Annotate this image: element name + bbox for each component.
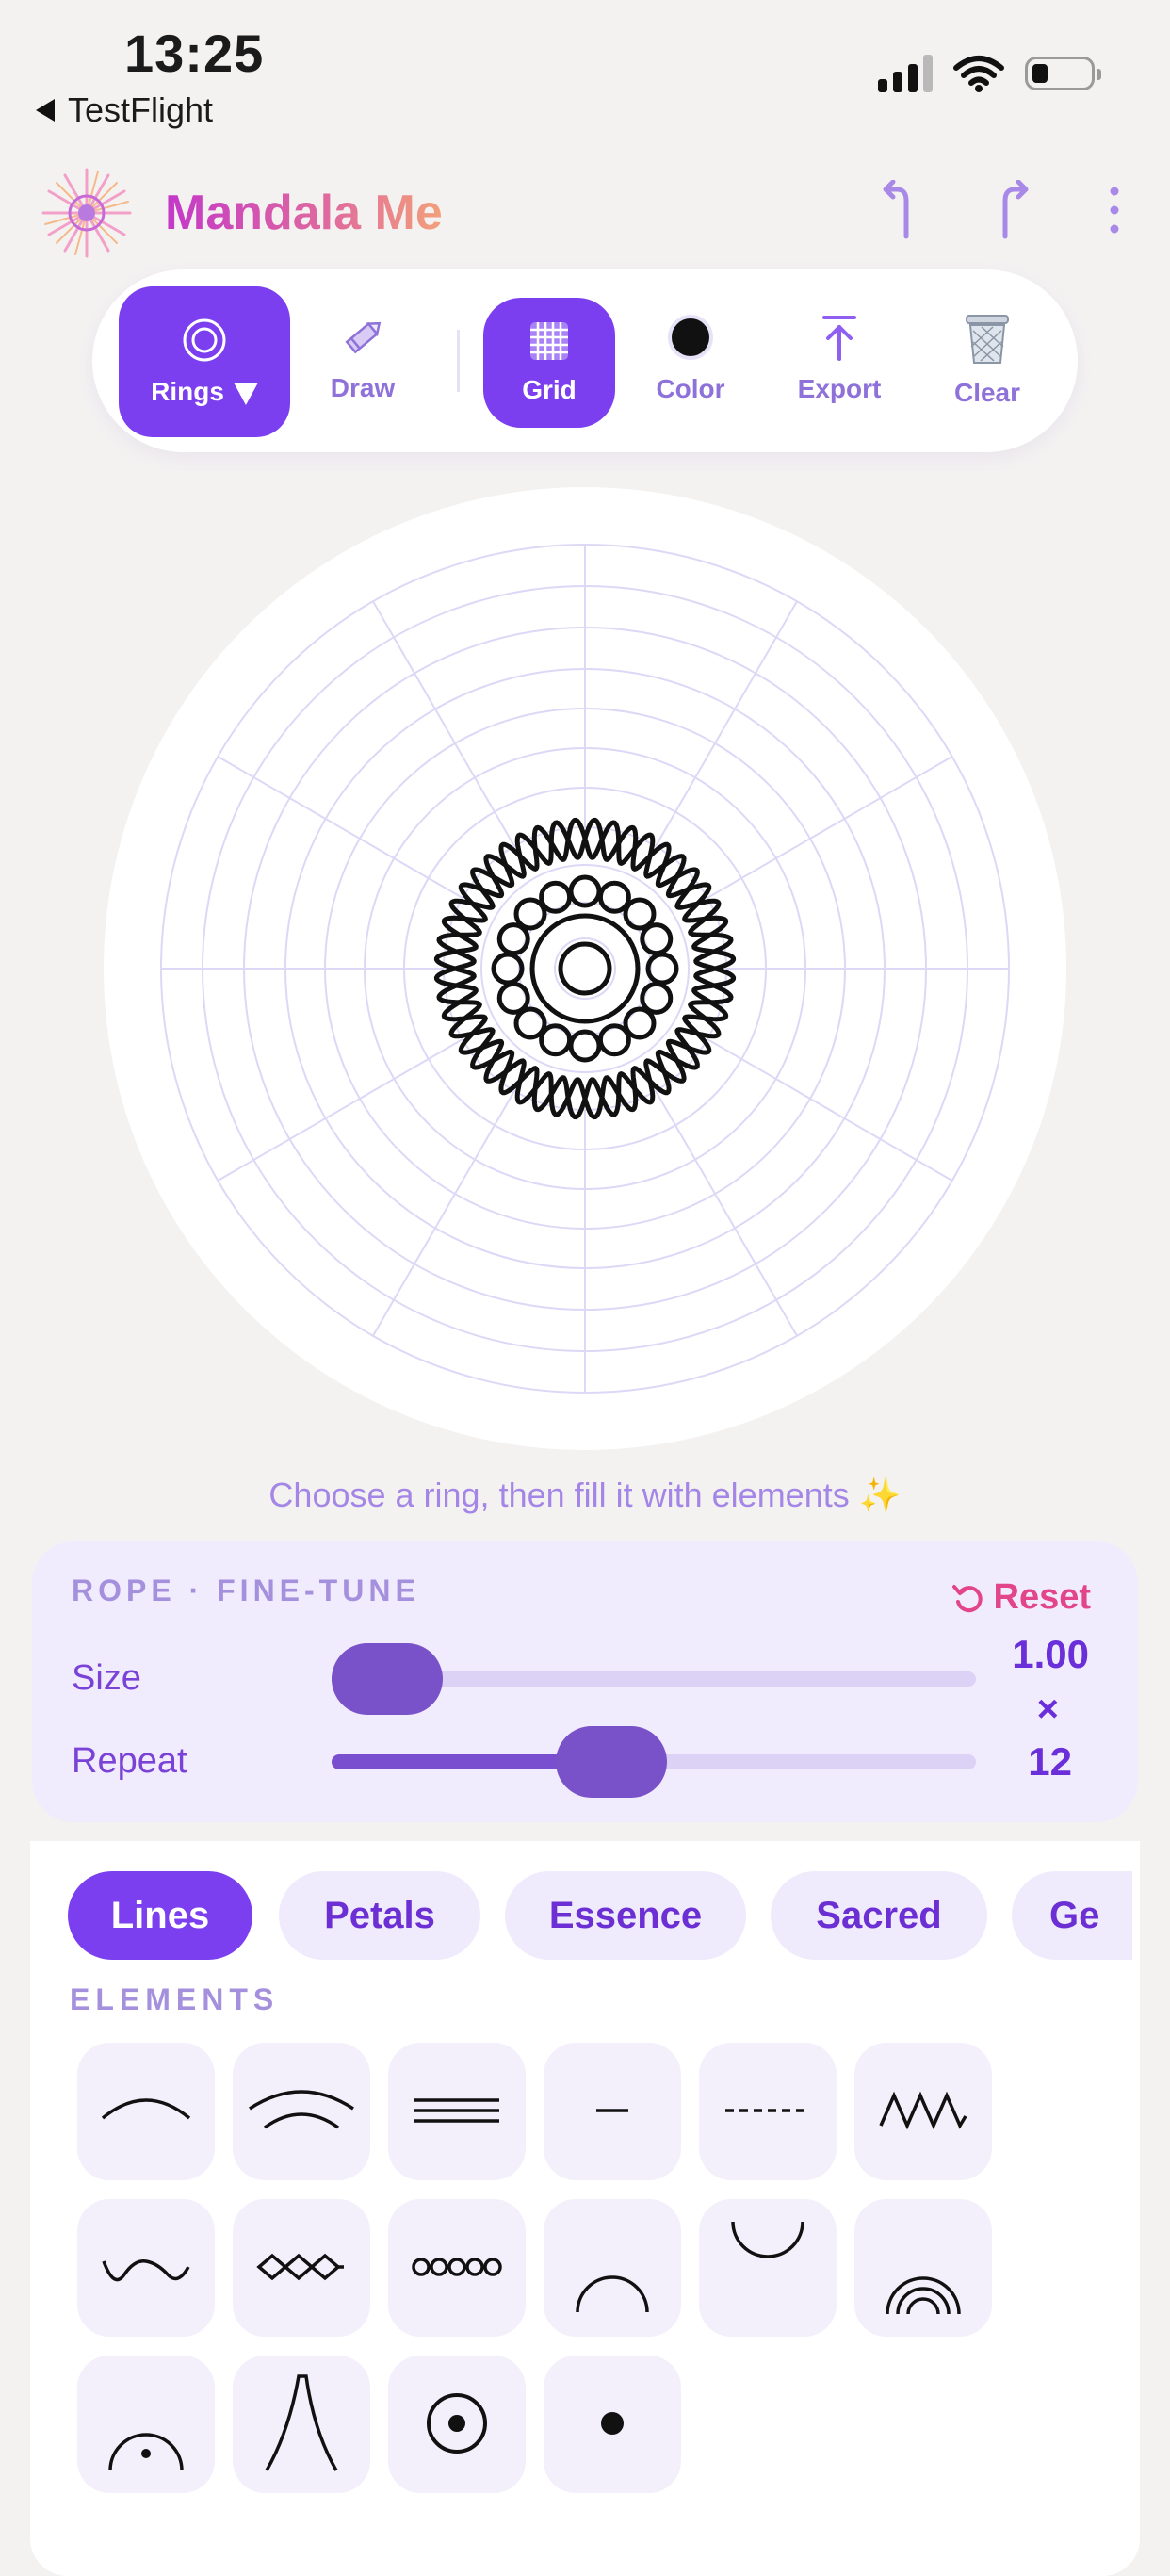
color-picker-button[interactable]: Color [629, 298, 752, 420]
redo-button[interactable] [983, 177, 1048, 243]
size-unit: × [1036, 1688, 1059, 1730]
rings-tool-button[interactable]: Rings [119, 286, 290, 437]
double-arc-icon [249, 2090, 354, 2129]
back-arrow-icon [36, 99, 55, 122]
element-short-dash[interactable] [544, 2043, 681, 2180]
reset-button[interactable]: Reset [951, 1577, 1092, 1618]
spike-icon [265, 2374, 338, 2471]
dome-icon [576, 2275, 649, 2313]
element-diamond-chain[interactable] [233, 2199, 370, 2337]
size-value: 1.00 [1012, 1632, 1089, 1676]
mandala-logo-icon [41, 168, 132, 258]
tab-essence[interactable]: Essence [505, 1871, 746, 1960]
diamond-chain-icon [256, 2253, 344, 2281]
tab-sacred[interactable]: Sacred [771, 1871, 987, 1960]
grid-icon [530, 322, 568, 360]
fine-tune-title: ROPE · FINE-TUNE [72, 1573, 420, 1607]
export-icon [822, 316, 856, 361]
element-triple-line[interactable] [388, 2043, 526, 2180]
bead-chain-icon [412, 2258, 502, 2276]
wave-icon [102, 2259, 190, 2282]
size-slider[interactable] [332, 1643, 976, 1715]
rainbow-icon [886, 2276, 961, 2315]
element-wave[interactable] [77, 2199, 215, 2337]
tab-lines[interactable]: Lines [68, 1871, 252, 1960]
size-label: Size [72, 1658, 141, 1698]
triple-line-icon [414, 2098, 499, 2123]
status-icons [878, 55, 1101, 92]
toolbar: Rings Draw Grid Color Export Clear [92, 269, 1078, 452]
battery-icon [1025, 57, 1101, 90]
back-label: TestFlight [68, 90, 214, 129]
element-bead-chain[interactable] [388, 2199, 526, 2337]
zigzag-icon [879, 2091, 967, 2130]
element-spike[interactable] [233, 2356, 370, 2493]
more-menu-button[interactable] [1083, 177, 1146, 243]
elements-sheet: Lines Petals Essence Sacred Ge ELEMENTS [30, 1841, 1140, 2576]
clear-button[interactable]: Clear [926, 298, 1048, 420]
undo-button[interactable] [867, 177, 933, 243]
tab-geometry[interactable]: Ge [1012, 1871, 1132, 1960]
clear-label: Clear [953, 378, 1021, 407]
short-dash-icon [596, 2109, 628, 2112]
reset-label: Reset [993, 1577, 1092, 1617]
testflight-back-link[interactable]: TestFlight [36, 90, 213, 130]
export-label: Export [797, 374, 882, 403]
undo-icon [883, 180, 909, 239]
rings-label: Rings [151, 377, 224, 406]
redo-icon [1002, 180, 1029, 239]
element-cup[interactable] [699, 2199, 837, 2337]
hint-text: Choose a ring, then fill it with element… [268, 1475, 902, 1514]
repeat-label: Repeat [72, 1741, 187, 1781]
dashed-line-icon [725, 2109, 810, 2112]
dot-in-circle-icon [427, 2393, 487, 2454]
element-dome[interactable] [544, 2199, 681, 2337]
tab-petals[interactable]: Petals [279, 1871, 480, 1960]
dot-icon [601, 2412, 624, 2435]
repeat-slider[interactable] [332, 1726, 976, 1798]
elements-title: ELEMENTS [70, 1982, 280, 2016]
element-rainbow[interactable] [854, 2199, 992, 2337]
element-dot-in-circle[interactable] [388, 2356, 526, 2493]
element-dot[interactable] [544, 2356, 681, 2493]
element-dashed-line[interactable] [699, 2043, 837, 2180]
category-tabs[interactable]: Lines Petals Essence Sacred Ge [68, 1871, 1132, 1962]
size-slider-thumb[interactable] [332, 1643, 443, 1715]
signal-icon [878, 55, 933, 92]
color-swatch-icon [668, 315, 713, 360]
trash-icon [966, 315, 1009, 364]
app-title: Mandala Me [165, 186, 443, 240]
status-time: 13:25 [124, 24, 265, 83]
element-double-arc[interactable] [233, 2043, 370, 2180]
reset-icon [951, 1584, 983, 1612]
cup-icon [731, 2221, 804, 2258]
color-label: Color [656, 374, 725, 403]
repeat-slider-thumb[interactable] [555, 1726, 667, 1798]
more-vertical-icon [1110, 187, 1119, 234]
draw-tool-button[interactable]: Draw [301, 298, 424, 420]
dropdown-caret-icon [233, 382, 258, 405]
toolbar-divider [457, 330, 460, 392]
arc-icon [101, 2098, 191, 2120]
grid-label: Grid [522, 375, 577, 404]
fine-tune-panel: ROPE · FINE-TUNE Reset Size 1.00 × Repea… [32, 1541, 1138, 1822]
grid-toggle-button[interactable]: Grid [483, 298, 615, 428]
element-dot-dome[interactable] [77, 2356, 215, 2493]
repeat-value: 12 [1028, 1739, 1072, 1784]
pencil-icon [345, 321, 382, 354]
element-arc[interactable] [77, 2043, 215, 2180]
dot-dome-icon [108, 2433, 184, 2471]
export-button[interactable]: Export [778, 298, 901, 420]
draw-label: Draw [330, 373, 396, 402]
rings-icon [183, 318, 226, 362]
mandala-canvas[interactable] [104, 487, 1066, 1450]
wifi-icon [953, 56, 1004, 92]
element-zigzag[interactable] [854, 2043, 992, 2180]
